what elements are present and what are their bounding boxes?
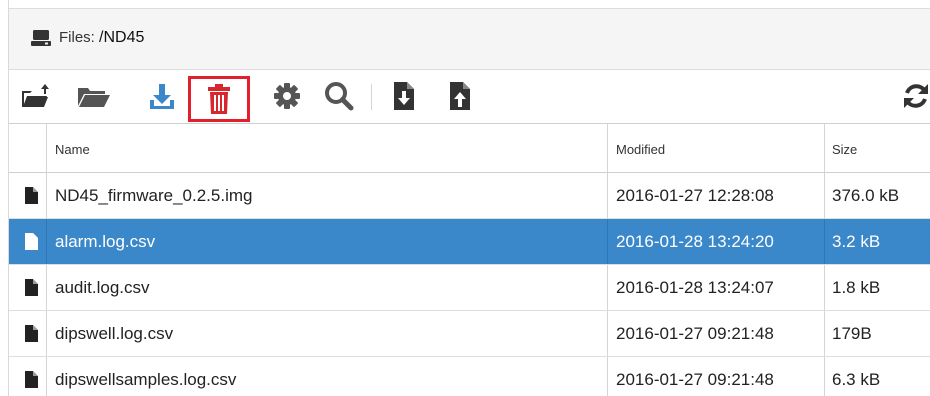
table-row[interactable]: dipswellsamples.log.csv 2016-01-27 09:21… [9,357,930,396]
file-icon [25,187,38,204]
column-divider [824,311,825,356]
column-divider [824,219,825,264]
column-divider [46,357,47,396]
file-table: Name Modified Size ND45_firmware_0.2.5.i… [9,124,930,396]
open-folder-button[interactable] [73,78,113,114]
file-name: dipswellsamples.log.csv [55,370,237,389]
file-icon [25,325,38,342]
file-manager-panel: Files: /ND45 Name Modified Size ND45_fir… [8,0,930,396]
column-divider [607,311,608,356]
file-name: alarm.log.csv [55,232,156,251]
column-divider [46,173,47,218]
table-row[interactable]: dipswell.log.csv 2016-01-27 09:21:48 179… [9,311,930,357]
column-divider [46,311,47,356]
column-divider [607,173,608,218]
table-row[interactable]: audit.log.csv 2016-01-28 13:24:07 1.8 kB [9,265,930,311]
toolbar [9,70,930,124]
file-icon [25,371,38,388]
upload-file-button[interactable] [445,78,475,114]
column-header-size[interactable]: Size [832,124,857,173]
refresh-button[interactable] [901,78,930,114]
trash-icon [208,84,230,114]
settings-button[interactable] [271,78,303,114]
file-modified: 2016-01-28 13:24:20 [616,232,774,251]
upload-folder-icon [22,84,49,107]
file-modified: 2016-01-27 09:21:48 [616,324,774,343]
table-row[interactable]: ND45_firmware_0.2.5.img 2016-01-27 12:28… [9,173,930,219]
download-file-button[interactable] [389,78,419,114]
file-size: 1.8 kB [832,278,881,297]
toolbar-separator [371,84,372,110]
header-title: Files: /ND45 [59,29,144,47]
upload-folder-button[interactable] [19,78,53,114]
download-icon [150,84,174,109]
column-divider [46,265,47,310]
file-manager-header: Files: /ND45 [9,8,930,70]
file-size: 3.2 kB [832,232,881,251]
column-divider [607,357,608,396]
table-row[interactable]: alarm.log.csv 2016-01-28 13:24:20 3.2 kB [9,219,930,265]
column-divider [824,265,825,310]
file-size: 179B [832,324,872,343]
file-size: 376.0 kB [832,186,900,205]
column-header-modified[interactable]: Modified [616,124,665,173]
download-file-icon [394,82,414,110]
column-divider [607,219,608,264]
download-button[interactable] [145,78,179,114]
file-size: 6.3 kB [832,370,881,389]
header-title-prefix: Files: [59,29,100,46]
file-modified: 2016-01-27 09:21:48 [616,370,774,389]
file-name: audit.log.csv [55,278,150,297]
open-folder-icon [78,88,110,107]
search-button[interactable] [321,78,357,114]
file-modified: 2016-01-28 13:24:07 [616,278,774,297]
column-divider [824,357,825,396]
table-header: Name Modified Size [9,124,930,173]
column-divider [607,265,608,310]
file-icon [25,279,38,296]
delete-button[interactable] [188,76,250,122]
column-divider [46,124,47,172]
file-name: dipswell.log.csv [55,324,174,343]
header-path: /ND45 [99,29,145,46]
file-modified: 2016-01-27 12:28:08 [616,186,774,205]
column-divider [46,219,47,264]
refresh-icon [904,84,928,108]
column-divider [824,173,825,218]
column-divider [607,124,608,172]
drive-icon [31,30,51,46]
file-icon [25,233,38,250]
file-name: ND45_firmware_0.2.5.img [55,186,253,205]
search-icon [325,82,354,111]
column-header-name[interactable]: Name [55,124,90,173]
column-divider [824,124,825,172]
upload-file-icon [450,82,470,110]
gear-icon [274,83,300,109]
